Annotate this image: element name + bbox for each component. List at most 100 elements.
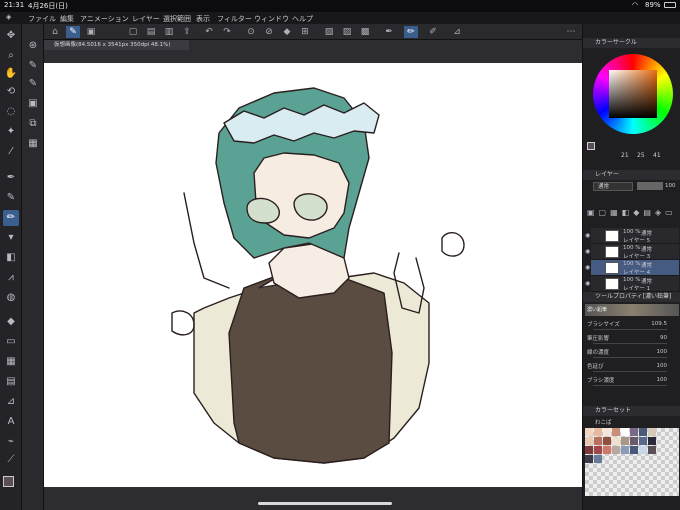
color-set-header: カラーセット <box>583 406 680 416</box>
eyedropper-icon[interactable]: ⁄ <box>3 144 19 160</box>
layer-item[interactable]: ◉ 100 % 通常 レイヤー 1 <box>585 276 679 292</box>
color-square[interactable] <box>609 70 657 118</box>
menu-layer[interactable]: レイヤー <box>132 14 160 24</box>
menu-bar: ◈ ファイル 編集 アニメーション レイヤー 選択範囲 表示 フィルター ウィン… <box>0 12 680 24</box>
menu-help[interactable]: ヘルプ <box>292 14 313 24</box>
invert-selection-icon[interactable]: ▨ <box>340 26 354 38</box>
brush-settings-icon[interactable]: ✎ <box>66 26 80 38</box>
layer-name: レイヤー 4 <box>623 270 651 276</box>
brush-size-property[interactable]: ブラシサイズ 109.5 <box>587 320 679 331</box>
app-logo-icon[interactable]: ◈ <box>6 13 11 21</box>
drawing-canvas[interactable] <box>44 63 582 487</box>
layer-item[interactable]: ◉ 100 % 通常 レイヤー 3 <box>585 244 679 260</box>
undo-icon[interactable]: ↶ <box>202 26 216 38</box>
zoom-icon[interactable]: ⌕ <box>3 48 19 64</box>
subtool-stack-icon[interactable]: ⧉ <box>25 116 41 132</box>
layer-item[interactable]: ◉ 100 % 通常 レイヤー 5 <box>585 228 679 244</box>
open-icon[interactable]: ▤ <box>144 26 158 38</box>
transform-icon[interactable]: ⊞ <box>298 26 312 38</box>
subtool-pencil-icon[interactable]: ✎ <box>25 58 41 74</box>
menu-animation[interactable]: アニメーション <box>80 14 129 24</box>
layer-panel-header: レイヤー <box>583 170 680 180</box>
menu-selection[interactable]: 選択範囲 <box>163 14 191 24</box>
save-icon[interactable]: ▥ <box>162 26 176 38</box>
blend-icon[interactable]: ◍ <box>3 290 19 306</box>
line-density-property[interactable]: 線の濃度 100 <box>587 348 679 359</box>
more-icon[interactable]: ⋯ <box>564 26 578 38</box>
document-tab[interactable]: 仮想画像(84.5016 x 3541px 350dpi 48.1%) <box>44 40 189 50</box>
ruler-tool-icon[interactable]: ⊿ <box>3 394 19 410</box>
sub-tool-bar: ⊛ ✎ ✎ ▣ ⧉ ▦ <box>22 24 44 510</box>
menu-edit[interactable]: 編集 <box>60 14 74 24</box>
subtool-search-icon[interactable]: ⊛ <box>25 38 41 54</box>
subtool-grid-icon[interactable]: ▦ <box>25 136 41 152</box>
blend-mode-select[interactable]: 通常 <box>593 182 633 191</box>
balloon-icon[interactable]: ⌁ <box>3 434 19 450</box>
figure-icon[interactable]: ▭ <box>3 334 19 350</box>
select-all-icon[interactable]: ▧ <box>322 26 336 38</box>
brush-icon[interactable]: ✎ <box>3 190 19 206</box>
current-color-chip[interactable] <box>587 142 595 150</box>
layer-name: レイヤー 3 <box>623 254 651 260</box>
color-set-grid[interactable] <box>585 428 679 496</box>
status-date: 4月26日(日) <box>28 2 68 10</box>
pen-quick-icon[interactable]: ✒ <box>382 26 396 38</box>
color-panel-header: カラーサークル <box>583 38 680 48</box>
crop-icon[interactable]: ▩ <box>358 26 372 38</box>
correct-line-icon[interactable]: ⟋ <box>3 452 19 468</box>
decoration-icon[interactable]: ⩘ <box>3 270 19 286</box>
export-icon[interactable]: ⇪ <box>180 26 194 38</box>
magic-wand-icon[interactable]: ✦ <box>3 124 19 140</box>
hsv-s-value: 25 <box>637 152 645 159</box>
layer-icon[interactable]: ▣ <box>84 26 98 38</box>
text-icon[interactable]: A <box>3 414 19 430</box>
hand-icon[interactable]: ✋ <box>3 66 19 82</box>
status-battery: 89% <box>645 1 661 9</box>
redo-icon[interactable]: ↷ <box>220 26 234 38</box>
color-stretch-property[interactable]: 色延び 100 <box>587 362 679 373</box>
status-bar: 21:31 4月26日(日) ◠ 89% <box>0 0 680 12</box>
new-icon[interactable]: ▢ <box>126 26 140 38</box>
menu-window[interactable]: ウィンドウ <box>254 14 289 24</box>
clear-icon[interactable]: ⊘ <box>262 26 276 38</box>
status-time: 21:31 <box>4 1 25 9</box>
main-color-swatch[interactable] <box>3 476 14 487</box>
color-set-name[interactable]: わこば <box>595 418 612 426</box>
subtool-layer-icon[interactable]: ▣ <box>25 96 41 112</box>
subtool-pencil2-icon[interactable]: ✎ <box>25 76 41 92</box>
airbrush-icon[interactable]: ▾ <box>3 230 19 246</box>
pressure-property[interactable]: 筆圧影響 90 <box>587 334 679 345</box>
frame-icon[interactable]: ▤ <box>3 374 19 390</box>
brush-density-property[interactable]: ブラシ濃度 100 <box>587 376 679 387</box>
layer-item-selected[interactable]: ◉ 100 % 通常 レイヤー 4 <box>585 260 679 276</box>
eye-icon[interactable]: ◉ <box>585 280 590 287</box>
layer-thumbnail <box>605 262 619 274</box>
gradient-icon[interactable]: ▦ <box>3 354 19 370</box>
home-indicator[interactable] <box>258 502 392 505</box>
opacity-value[interactable]: 100 <box>665 183 676 189</box>
pencil-quick-icon[interactable]: ✏ <box>404 26 418 38</box>
menu-file[interactable]: ファイル <box>28 14 56 24</box>
tool-bar: ✥ ⌕ ✋ ⟲ ◌ ✦ ⁄ ✒ ✎ ✏ ▾ ◧ ⩘ ◍ ◆ ▭ ▦ ▤ ⊿ A … <box>0 24 22 510</box>
pen-icon[interactable]: ✒ <box>3 170 19 186</box>
eye-icon[interactable]: ◉ <box>585 264 590 271</box>
layer-name: レイヤー 5 <box>623 238 651 244</box>
eye-icon[interactable]: ◉ <box>585 248 590 255</box>
pencil-icon[interactable]: ✏ <box>3 210 19 226</box>
fill-icon[interactable]: ◆ <box>280 26 294 38</box>
fill-tool-icon[interactable]: ◆ <box>3 314 19 330</box>
layer-toolbar[interactable]: ▣▢▦◧◆▤◈▭ <box>587 208 679 217</box>
menu-filter[interactable]: フィルター <box>217 14 252 24</box>
marker-quick-icon[interactable]: ✐ <box>426 26 440 38</box>
home-icon[interactable]: ⌂ <box>48 26 62 38</box>
eraser-icon[interactable]: ◧ <box>3 250 19 266</box>
deselect-icon[interactable]: ⊙ <box>244 26 258 38</box>
move-icon[interactable]: ✥ <box>3 28 19 44</box>
lasso-icon[interactable]: ◌ <box>3 104 19 120</box>
menu-view[interactable]: 表示 <box>196 14 210 24</box>
ruler-icon[interactable]: ⊿ <box>450 26 464 38</box>
eye-icon[interactable]: ◉ <box>585 232 590 239</box>
battery-icon <box>664 2 676 8</box>
rotate-icon[interactable]: ⟲ <box>3 84 19 100</box>
opacity-slider[interactable] <box>637 182 663 190</box>
